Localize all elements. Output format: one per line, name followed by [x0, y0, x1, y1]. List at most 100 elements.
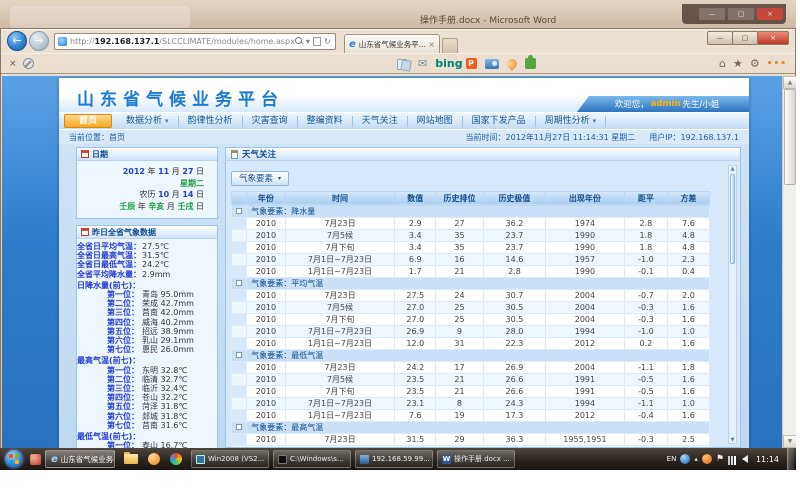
maximize-button[interactable]: ▢ — [732, 31, 758, 45]
table-row[interactable]: 20107月下旬27.02530.52004-0.31.6 — [232, 313, 710, 325]
network-icon[interactable] — [728, 456, 738, 465]
close-button[interactable]: × — [757, 31, 789, 45]
ime-icon[interactable] — [680, 454, 690, 464]
taskbar-ie-button[interactable]: e 山东省气候业务平... — [45, 450, 115, 468]
table-row[interactable]: 20107月23日24.21726.92004-1.11.8 — [232, 361, 710, 373]
scroll-down-icon[interactable]: ▼ — [729, 437, 736, 443]
pinned-ball-app-icon[interactable] — [170, 453, 182, 465]
stop-icon[interactable]: × — [334, 37, 336, 46]
bing-logo[interactable]: bing P — [435, 57, 476, 70]
scroll-down-icon[interactable]: ▼ — [783, 435, 796, 448]
scrollbar-thumb[interactable] — [784, 89, 796, 185]
explorer-folder-icon[interactable] — [124, 454, 138, 464]
table-row[interactable]: 20107月5候23.52126.61991-0.51.6 — [232, 373, 710, 385]
refresh-icon[interactable]: ↻ — [324, 37, 331, 46]
show-desktop-button[interactable] — [787, 448, 794, 470]
column-header[interactable]: 距平 — [624, 191, 667, 205]
table-cell: 1955,1951 — [546, 433, 625, 445]
table-row[interactable]: 20107月1日~7月23日6.91614.61957-1.02.3 — [232, 253, 710, 265]
pinned-orange-app-icon[interactable] — [148, 453, 160, 465]
nav-item-7[interactable]: 网站地图 — [408, 116, 463, 127]
browser-tab[interactable]: e 山东省气候业务平... × — [344, 34, 440, 53]
scroll-up-icon[interactable]: ▲ — [729, 166, 736, 172]
compatibility-view-icon[interactable] — [313, 37, 321, 46]
group-checkbox[interactable] — [236, 424, 242, 430]
more-addons-icon[interactable]: ••• — [767, 59, 787, 69]
forward-button[interactable]: → — [29, 31, 49, 51]
table-row[interactable]: 20107月5候27.02530.52004-0.31.6 — [232, 301, 710, 313]
nav-item-9[interactable]: 周期性分析▾ — [536, 116, 607, 127]
toolbar-close-icon[interactable]: × — [9, 59, 17, 69]
scrollbar-thumb[interactable] — [730, 174, 735, 264]
pinned-app-icon[interactable] — [30, 454, 41, 465]
tab-close-icon[interactable]: × — [428, 40, 435, 49]
table-row[interactable]: 20107月5候3.43523.719901.84.8 — [232, 229, 710, 241]
nav-item-3[interactable]: 韵律性分析 — [179, 116, 243, 127]
cards-icon[interactable] — [397, 59, 410, 69]
home-icon[interactable]: ⌂ — [719, 57, 726, 70]
table-row[interactable]: 20107月1日~7月23日23.1824.31994-1.11.0 — [232, 397, 710, 409]
table-group-row[interactable]: 气象要素：平均气温 — [232, 277, 710, 289]
puzzle-addon-icon[interactable] — [525, 58, 536, 69]
table-cell: 2.8 — [624, 217, 667, 229]
column-header[interactable]: 历史极值 — [483, 191, 545, 205]
element-filter-button[interactable]: 气象要素 ▾ — [231, 171, 289, 186]
column-header[interactable]: 历史排位 — [436, 191, 484, 205]
favorites-star-icon[interactable]: ★ — [733, 57, 743, 70]
table-group-row[interactable]: 气象要素：降水量 — [232, 205, 710, 217]
taskbar-window-button[interactable]: C:\Windows\s... — [273, 450, 351, 468]
volume-icon[interactable] — [742, 455, 748, 463]
nav-item-1[interactable]: 首页 — [64, 114, 112, 128]
table-row[interactable]: 20101月1日~7月23日12.03122.320120.21.6 — [232, 337, 710, 349]
table-row[interactable]: 20101月1日~7月23日7.61917.32012-0.41.6 — [232, 409, 710, 421]
taskbar-window-button[interactable]: 192.168.59.99... — [355, 450, 433, 468]
camera-icon[interactable] — [485, 59, 499, 69]
address-bar[interactable]: http://192.168.137.1/SLCCLIMATE/modules/… — [54, 33, 336, 50]
column-header[interactable]: 方差 — [667, 191, 709, 205]
table-row[interactable]: 20107月23日2.92736.219742.87.6 — [232, 217, 710, 229]
page-scrollbar[interactable]: ▲ ▼ — [782, 76, 796, 448]
table-row[interactable]: 20107月下旬3.43523.719901.84.8 — [232, 241, 710, 253]
column-header[interactable]: 数值 — [395, 191, 436, 205]
nav-item-2[interactable]: 数据分析▾ — [117, 116, 179, 127]
table-row[interactable]: 20107月23日27.52430.72004-0.72.0 — [232, 289, 710, 301]
start-button[interactable] — [5, 450, 23, 468]
nav-item-8[interactable]: 国家下发产品 — [463, 116, 536, 127]
table-row[interactable]: 20107月下旬23.52126.61991-0.51.6 — [232, 385, 710, 397]
minimize-button[interactable]: — — [707, 31, 733, 45]
language-indicator[interactable]: EN — [667, 455, 677, 463]
table-group-row[interactable]: 气象要素：最高气温 — [232, 421, 710, 433]
column-header[interactable]: 年份 — [247, 191, 285, 205]
envelope-icon[interactable]: ✉ — [418, 57, 427, 70]
tray-expand-icon[interactable]: ▴ — [694, 455, 698, 463]
nav-item-label: 网站地图 — [417, 116, 453, 127]
scroll-up-icon[interactable]: ▲ — [783, 76, 796, 89]
panel-scrollbar[interactable]: ▲ ▼ — [728, 165, 737, 444]
nav-item-5[interactable]: 整编资料 — [298, 116, 353, 127]
column-header[interactable]: 时间 — [285, 191, 395, 205]
group-checkbox[interactable] — [236, 352, 242, 358]
column-header[interactable]: 出现年份 — [546, 191, 625, 205]
window-button-label: C:\Windows\s... — [290, 455, 344, 463]
blocked-content-icon[interactable] — [23, 58, 34, 69]
action-center-flag-icon[interactable]: ⚑ — [716, 454, 724, 464]
group-checkbox[interactable] — [236, 208, 242, 214]
group-checkbox[interactable] — [236, 280, 242, 286]
nav-item-4[interactable]: 灾害查询 — [243, 116, 298, 127]
taskbar-window-button[interactable]: Win2008 (VS2... — [191, 450, 269, 468]
table-row[interactable]: 20101月1日~7月23日1.7212.81990-0.10.4 — [232, 265, 710, 277]
back-button[interactable]: ← — [7, 31, 27, 51]
tray-app-icon[interactable] — [702, 454, 712, 464]
search-icon[interactable] — [295, 37, 303, 45]
taskbar-clock[interactable]: 11:14 — [756, 455, 779, 464]
table-cell: 2010 — [247, 253, 285, 265]
nav-item-6[interactable]: 天气关注 — [353, 116, 408, 127]
pointer-icon[interactable] — [505, 56, 519, 70]
table-row[interactable]: 20107月1日~7月23日26.9928.01994-1.01.0 — [232, 325, 710, 337]
gear-icon[interactable]: ⚙ — [750, 57, 760, 70]
dropdown-arrow-icon[interactable]: ▾ — [306, 37, 310, 46]
taskbar-window-button[interactable]: W操作手册.docx ... — [437, 450, 515, 468]
table-row[interactable]: 20107月23日31.52936.31955,1951-0.32.5 — [232, 433, 710, 445]
new-tab-button[interactable] — [442, 38, 458, 53]
table-group-row[interactable]: 气象要素：最低气温 — [232, 349, 710, 361]
